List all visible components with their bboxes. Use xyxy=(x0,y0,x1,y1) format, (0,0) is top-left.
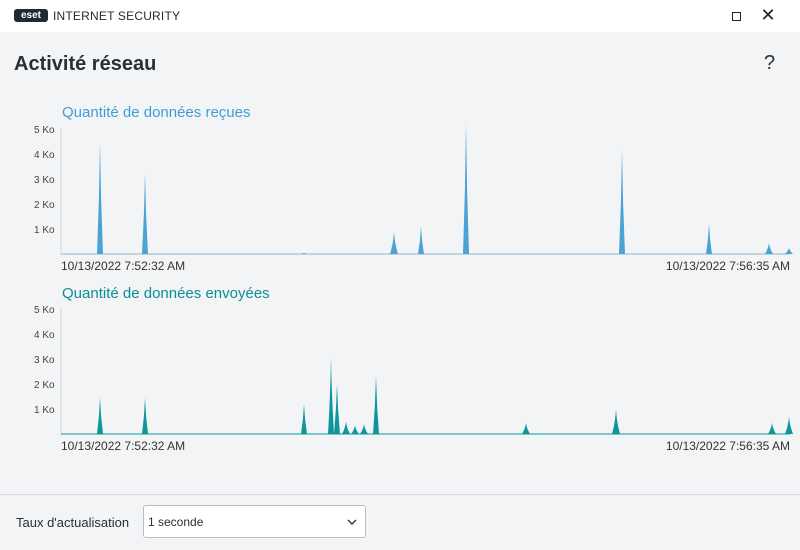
sent-data-peak xyxy=(342,421,350,434)
close-icon: ✕ xyxy=(760,5,776,26)
maximize-icon xyxy=(731,11,741,21)
refresh-rate-value: 1 seconde xyxy=(148,515,204,529)
received-chart: 5 Ko 4 Ko 3 Ko 2 Ko 1 Ko 10/13/2022 7:52:32 … xyxy=(34,121,793,273)
sent-data-peak xyxy=(351,425,359,434)
footer-divider xyxy=(0,494,800,495)
refresh-rate-select[interactable]: 1 seconde xyxy=(143,505,366,538)
sent-data-peak xyxy=(373,374,379,434)
received-data-peak xyxy=(97,141,103,254)
sent-data-peak xyxy=(97,397,103,434)
title-bar: eset INTERNET SECURITY ✕ xyxy=(0,0,800,32)
received-data-peak xyxy=(785,247,793,254)
received-data-peak xyxy=(418,226,424,254)
received-data-peak xyxy=(706,224,712,254)
received-data-peak xyxy=(390,231,398,254)
sent-data-peak xyxy=(360,424,368,434)
sent-ytick-label: 3 Ko xyxy=(34,355,55,366)
received-ytick-label: 5 Ko xyxy=(34,125,55,136)
sent-data-peak xyxy=(612,409,620,434)
received-ytick-label: 4 Ko xyxy=(34,150,55,161)
received-start-time: 10/13/2022 7:52:32 AM xyxy=(61,259,185,273)
sent-data-peak xyxy=(142,397,148,434)
sent-data-peak xyxy=(301,404,307,434)
sent-end-time: 10/13/2022 7:56:35 AM xyxy=(666,439,790,453)
sent-data-peak xyxy=(334,384,340,434)
sent-start-time: 10/13/2022 7:52:32 AM xyxy=(61,439,185,453)
received-ytick-label: 2 Ko xyxy=(34,200,55,211)
received-data-peak xyxy=(765,242,773,254)
app-title: INTERNET SECURITY xyxy=(53,9,181,23)
sent-data-peak xyxy=(522,422,530,434)
eset-logo: eset xyxy=(14,9,48,22)
sent-ytick-label: 1 Ko xyxy=(34,405,55,416)
sent-ytick-label: 2 Ko xyxy=(34,380,55,391)
page-title: Activité réseau xyxy=(14,53,157,75)
received-ytick-label: 1 Ko xyxy=(34,225,55,236)
close-button[interactable]: ✕ xyxy=(752,0,784,32)
received-end-time: 10/13/2022 7:56:35 AM xyxy=(666,259,790,273)
sent-data-peak xyxy=(768,422,776,434)
chevron-down-icon xyxy=(347,519,357,525)
received-data-peak xyxy=(463,121,469,254)
received-ytick-label: 3 Ko xyxy=(34,175,55,186)
sent-chart: 5 Ko 4 Ko 3 Ko 2 Ko 1 Ko 10/13/2022 7:52:32 … xyxy=(34,305,793,453)
sent-ytick-label: 5 Ko xyxy=(34,305,55,316)
maximize-button[interactable] xyxy=(720,0,752,32)
received-data-peak xyxy=(142,172,148,254)
received-data-peak xyxy=(619,149,625,254)
sent-ytick-label: 4 Ko xyxy=(34,330,55,341)
received-data-peak xyxy=(300,252,308,254)
refresh-rate-label: Taux d'actualisation xyxy=(16,515,130,530)
sent-data-peak xyxy=(785,416,793,434)
sent-data-peak xyxy=(328,356,334,434)
help-icon[interactable]: ? xyxy=(764,52,775,74)
